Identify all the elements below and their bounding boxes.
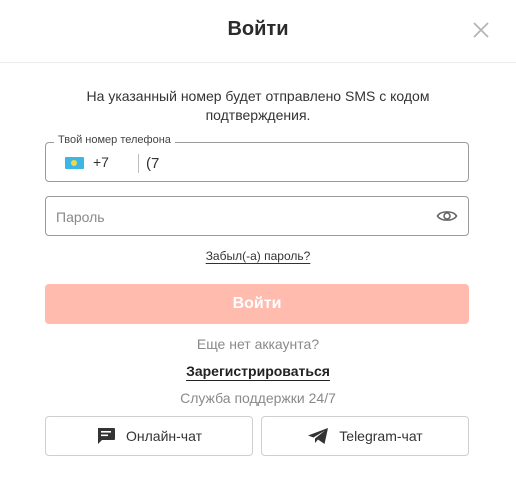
- forgot-password-container: Забыл(-а) пароль?: [0, 247, 516, 265]
- password-input[interactable]: [56, 206, 416, 228]
- chat-icon: [98, 428, 115, 444]
- online-chat-button[interactable]: Онлайн-чат: [45, 416, 253, 456]
- country-code[interactable]: +7: [93, 154, 109, 170]
- password-field[interactable]: [45, 196, 469, 236]
- support-text: Служба поддержки 24/7: [180, 390, 336, 406]
- online-chat-label: Онлайн-чат: [126, 428, 202, 444]
- login-button[interactable]: Войти: [45, 284, 469, 324]
- sms-info-text: На указанный номер будет отправлено SMS …: [86, 88, 430, 123]
- kazakhstan-flag-icon[interactable]: [65, 157, 84, 169]
- close-icon[interactable]: [470, 19, 492, 41]
- register-container: Зарегистрироваться: [0, 363, 516, 381]
- telegram-chat-button[interactable]: Telegram-чат: [261, 416, 469, 456]
- phone-field-label: Твой номер телефона: [54, 134, 175, 146]
- no-account-text: Еще нет аккаунта?: [196, 336, 320, 352]
- modal-header: Войти: [0, 0, 516, 63]
- telegram-chat-label: Telegram-чат: [339, 428, 423, 444]
- phone-field[interactable]: Твой номер телефона +7: [45, 134, 469, 182]
- register-link[interactable]: Зарегистрироваться: [186, 363, 330, 379]
- forgot-password-link[interactable]: Забыл(-а) пароль?: [206, 249, 311, 263]
- phone-input[interactable]: [146, 152, 446, 174]
- telegram-icon: [308, 428, 329, 444]
- phone-divider: [138, 154, 139, 173]
- page-title: Войти: [227, 18, 289, 40]
- eye-icon[interactable]: [436, 208, 458, 224]
